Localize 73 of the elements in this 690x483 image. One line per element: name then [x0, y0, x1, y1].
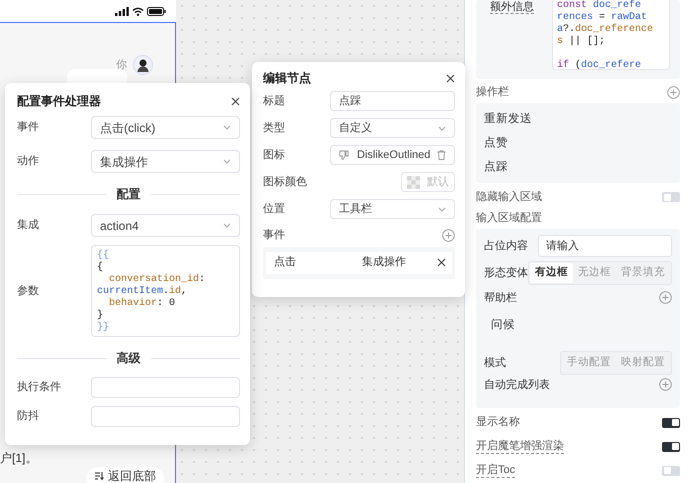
field-label: 图标颜色: [263, 174, 308, 190]
section-heading: 高级: [116, 350, 140, 367]
select-field[interactable]: 集成操作: [91, 150, 240, 173]
field-label: 占位内容: [484, 238, 528, 254]
field-label: 额外信息: [490, 1, 534, 14]
dialog-title: 配置事件处理器: [17, 93, 101, 110]
setting-label: 隐藏输入区域: [476, 190, 542, 204]
arrow-down-icon: [94, 471, 104, 481]
battery-icon: [147, 6, 166, 16]
chevron-down-icon: [223, 223, 231, 228]
add-icon[interactable]: [667, 86, 680, 100]
section-label: 输入区域配置: [476, 211, 542, 226]
add-icon[interactable]: [659, 378, 672, 392]
setting-label: 显示名称: [476, 416, 520, 430]
trash-icon[interactable]: [437, 150, 446, 160]
text-input[interactable]: [91, 377, 240, 398]
select-field[interactable]: 点击(click): [91, 116, 240, 139]
field-label: 标题: [263, 94, 286, 109]
field-label: 集成: [17, 218, 40, 234]
answer-text: 户[1]。: [0, 450, 38, 467]
thumbs-down-icon: [339, 150, 349, 160]
close-icon[interactable]: [231, 96, 240, 106]
setting-label: 开启Toc: [476, 464, 516, 478]
chevron-down-icon: [223, 125, 231, 130]
add-icon[interactable]: [442, 228, 455, 242]
toggle-switch[interactable]: [662, 466, 680, 476]
chevron-down-icon: [438, 126, 446, 130]
icon-picker[interactable]: DislikeOutlined: [330, 145, 455, 165]
event-row[interactable]: 点击 集成操作: [266, 252, 452, 274]
section-label: 事件: [263, 228, 285, 243]
signal-icon: [115, 6, 129, 16]
scroll-to-bottom-button[interactable]: 返回底部: [86, 467, 164, 483]
code-editor[interactable]: {{ { conversation_id: currentItem.id, behavior: 0 } }}: [91, 245, 240, 337]
field-label: 位置: [263, 202, 286, 217]
field-label: 图标: [263, 148, 286, 163]
sender-name: 你: [116, 58, 127, 73]
field-label: 模式: [484, 356, 506, 371]
placeholder-input[interactable]: 请输入: [538, 234, 672, 258]
select-field[interactable]: 自定义: [330, 118, 455, 138]
segment-option[interactable]: 有边框: [530, 263, 573, 283]
field-label: 防抖: [17, 409, 40, 424]
help-item[interactable]: 问候: [484, 310, 672, 350]
select-field[interactable]: action4: [91, 214, 240, 237]
action-item[interactable]: 点踩: [484, 155, 680, 180]
select-field[interactable]: 工具栏: [330, 199, 455, 219]
wifi-icon: [132, 6, 144, 16]
transparent-swatch-icon: [407, 176, 420, 188]
section-heading: 配置: [116, 186, 140, 203]
action-item[interactable]: 重新发送: [484, 107, 680, 132]
toggle-switch[interactable]: [662, 442, 680, 452]
toggle-switch[interactable]: [662, 418, 680, 428]
setting-label: 开启魔笔增强渲染: [476, 440, 564, 454]
text-input[interactable]: 点踩: [330, 91, 455, 111]
add-icon[interactable]: [659, 291, 672, 304]
chevron-down-icon: [223, 159, 231, 164]
close-icon[interactable]: [446, 74, 455, 82]
chevron-down-icon: [438, 206, 446, 212]
avatar-icon: [133, 55, 153, 75]
section-label: 操作栏: [476, 85, 509, 100]
field-label: 类型: [263, 120, 286, 136]
text-input[interactable]: [91, 406, 240, 427]
field-label: 参数: [17, 284, 40, 299]
field-label: 自动完成列表: [484, 378, 550, 393]
action-item[interactable]: 点赞: [484, 131, 680, 156]
toggle-switch[interactable]: [662, 192, 680, 202]
field-label: 事件: [17, 120, 40, 136]
close-icon[interactable]: [437, 258, 446, 267]
field-label: 动作: [17, 154, 40, 170]
dialog-title: 编辑节点: [263, 70, 311, 87]
field-label: 形态变体: [484, 266, 528, 281]
code-editor[interactable]: const doc_refe rences = rawDat a?.doc_reference s || []; if (doc_refere: [552, 0, 670, 70]
field-label: 执行条件: [17, 380, 62, 396]
field-label: 帮助栏: [484, 290, 517, 306]
